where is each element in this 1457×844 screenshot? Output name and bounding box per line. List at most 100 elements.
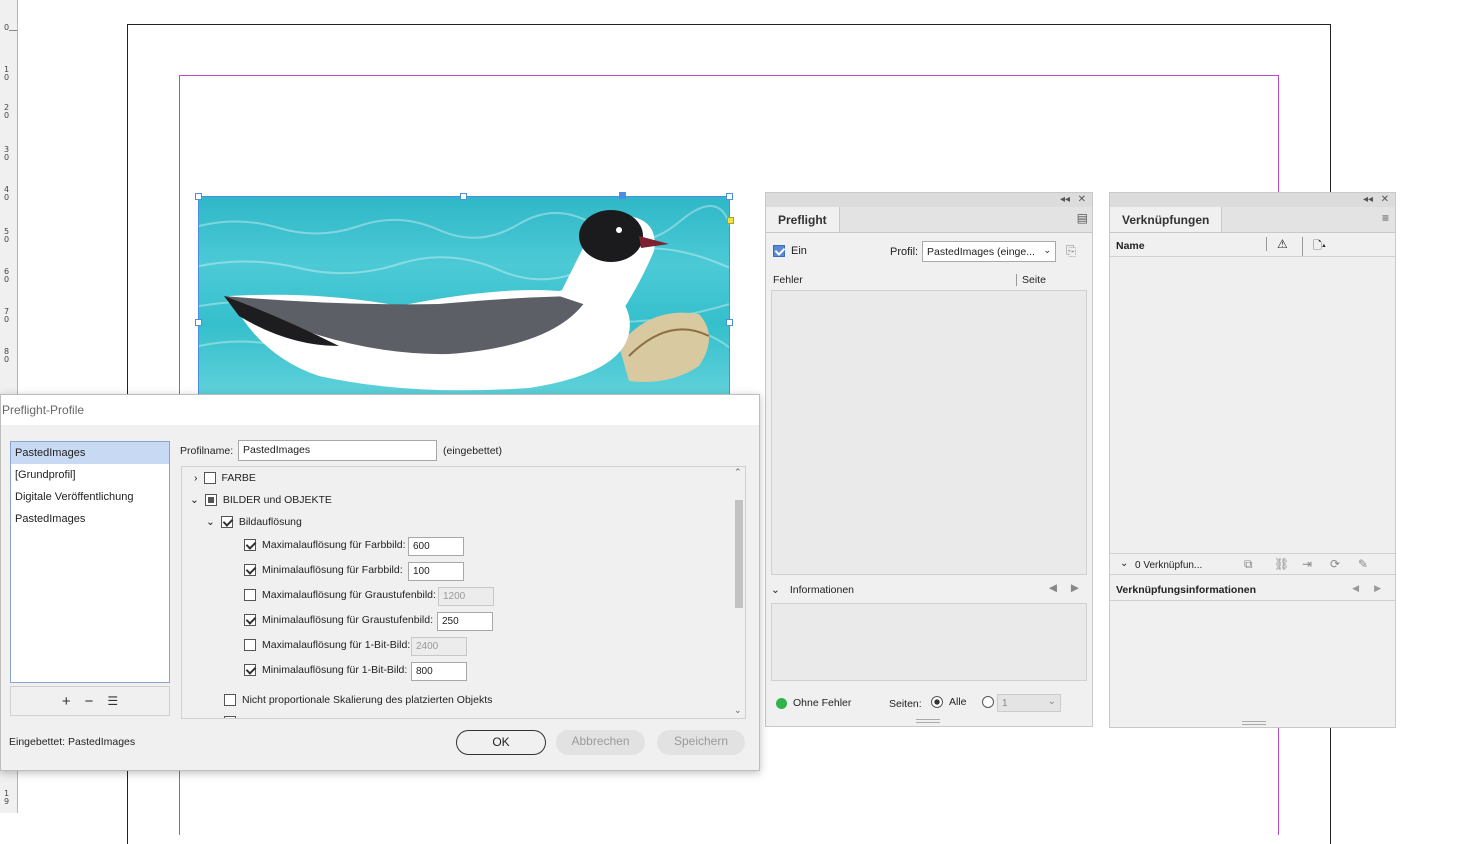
remove-profile-button[interactable]: − <box>85 693 94 710</box>
resize-handle-top[interactable] <box>460 193 467 200</box>
next-rule-checkbox[interactable] <box>224 716 236 718</box>
relink-icon[interactable]: ⛓ <box>1274 557 1289 571</box>
panel-titlebar[interactable]: ◂◂ ✕ <box>1110 193 1395 207</box>
error-list[interactable] <box>771 290 1087 575</box>
column-name[interactable]: Name <box>1116 240 1145 252</box>
farbe-checkbox[interactable] <box>203 472 216 484</box>
links-list[interactable] <box>1110 257 1395 550</box>
min-grau-field[interactable]: 250 <box>437 612 493 631</box>
profile-list-item[interactable]: Digitale Veröffentlichung <box>11 486 169 508</box>
max-grau-value: 1200 <box>443 591 466 602</box>
tab-links[interactable]: Verknüpfungen <box>1110 207 1223 232</box>
warning-icon[interactable]: ⚠ <box>1266 237 1288 251</box>
tab-preflight[interactable]: Preflight <box>766 207 840 232</box>
panel-titlebar[interactable]: ◂◂ ✕ <box>766 193 1092 207</box>
prev-arrow-icon[interactable]: ◀ <box>1049 582 1057 594</box>
chevron-down-icon[interactable]: ⌄ <box>190 494 199 506</box>
profile-name-label: Profilname: <box>180 445 234 457</box>
close-panel-icon[interactable]: ✕ <box>1078 195 1086 205</box>
min-farb-checkbox[interactable] <box>244 564 256 576</box>
info-box <box>771 603 1087 681</box>
close-panel-icon[interactable]: ✕ <box>1381 195 1389 205</box>
panel-menu-icon[interactable]: ≡ <box>1382 212 1389 224</box>
min-1bit-checkbox[interactable] <box>244 664 256 676</box>
resize-grip[interactable] <box>916 719 940 723</box>
chevron-down-icon: ⌄ <box>1047 696 1056 707</box>
profile-list[interactable]: PastedImages [Grundprofil] Digitale Verö… <box>10 441 170 683</box>
chevron-down-icon[interactable]: ⌄ <box>1120 558 1128 569</box>
ruler-label: 4 0 <box>4 185 10 202</box>
max-grau-checkbox[interactable] <box>244 589 256 601</box>
next-arrow-icon[interactable]: ▶ <box>1071 582 1079 594</box>
link-info-label: Verknüpfungsinformationen <box>1116 584 1257 596</box>
resize-handle-top-right[interactable] <box>726 193 733 200</box>
rules-tree[interactable]: › FARBE ⌄ BILDER und OBJEKTE ⌄ Bildauflö… <box>181 466 746 719</box>
rotate-handle[interactable] <box>619 192 626 199</box>
links-count: 0 Verknüpfun... <box>1135 560 1203 571</box>
min-farb-field[interactable]: 100 <box>408 562 464 581</box>
chevron-down-icon[interactable]: ⌄ <box>206 516 215 528</box>
pages-range-field[interactable]: 1 ⌄ <box>997 694 1061 712</box>
profile-settings-icon[interactable]: ⎘ <box>1066 243 1076 259</box>
scroll-down-icon[interactable]: ⌄ <box>734 705 742 716</box>
max-farb-checkbox[interactable] <box>244 539 256 551</box>
resize-handle-right[interactable] <box>726 319 733 326</box>
resize-handle-left[interactable] <box>195 319 202 326</box>
link-info-header[interactable]: Verknüpfungsinformationen ◀ ▶ <box>1110 577 1395 601</box>
profile-menu-button[interactable]: ☰ <box>107 694 118 708</box>
max-1bit-field[interactable]: 2400 <box>411 637 467 656</box>
max-farb-field[interactable]: 600 <box>408 537 464 556</box>
panel-menu-icon[interactable]: ▤ <box>1077 212 1088 224</box>
bildaufloesung-checkbox[interactable] <box>220 516 233 528</box>
column-page[interactable]: Seite <box>1016 274 1046 286</box>
preflight-on-checkbox[interactable] <box>773 245 785 257</box>
collapse-panel-icon[interactable]: ◂◂ <box>1060 195 1070 205</box>
preflight-profiles-dialog: Preflight-Profile PastedImages [Grundpro… <box>0 394 760 771</box>
max-1bit-checkbox[interactable] <box>244 639 256 651</box>
ok-button[interactable]: OK <box>456 730 546 755</box>
profile-list-item[interactable]: [Grundprofil] <box>11 464 169 486</box>
resize-grip[interactable] <box>1242 721 1266 725</box>
profile-name-field[interactable]: PastedImages <box>238 440 437 461</box>
ruler-label: 1 0 <box>4 65 10 82</box>
bilder-checkbox[interactable] <box>204 494 217 506</box>
update-link-icon[interactable]: ⟳ <box>1330 557 1340 571</box>
embedded-label: Eingebettet: <box>9 736 66 748</box>
chevron-right-icon[interactable]: › <box>194 472 198 484</box>
ruler-label: 3 0 <box>4 145 10 162</box>
column-errors[interactable]: Fehler <box>773 274 803 286</box>
max-grau-field[interactable]: 1200 <box>438 587 494 606</box>
info-label: Informationen <box>789 584 855 596</box>
dialog-title[interactable]: Preflight-Profile <box>1 395 759 425</box>
next-arrow-icon[interactable]: ▶ <box>1374 583 1381 594</box>
scroll-up-icon[interactable]: ⌃ <box>734 467 742 478</box>
min-grau-checkbox[interactable] <box>244 614 256 626</box>
relink-cc-icon[interactable]: ⧉ <box>1244 557 1253 572</box>
pages-all-radio[interactable] <box>931 696 943 708</box>
cancel-button[interactable]: Abbrechen <box>556 730 645 755</box>
min-1bit-field[interactable]: 800 <box>411 662 467 681</box>
tree-scrollbar[interactable]: ⌃ ⌄ <box>732 467 745 718</box>
profile-list-item[interactable]: PastedImages <box>11 442 169 464</box>
goto-link-icon[interactable]: ⇥ <box>1302 557 1312 571</box>
profile-list-item[interactable]: PastedImages <box>11 508 169 530</box>
nonprop-label: Nicht proportionale Skalierung des platz… <box>242 694 493 706</box>
max-1bit-value: 2400 <box>416 641 439 652</box>
image-frame-selection[interactable] <box>195 192 734 396</box>
prev-arrow-icon[interactable]: ◀ <box>1352 583 1359 594</box>
page-column-icon[interactable]: 🗋▴ <box>1302 237 1326 256</box>
info-section-header[interactable]: ⌄ Informationen ◀ ▶ <box>771 581 1087 599</box>
add-profile-button[interactable]: + <box>62 693 71 710</box>
profile-dropdown[interactable]: PastedImages (einge... ⌄ <box>922 241 1056 262</box>
max-grau-label: Maximalauflösung für Graustufenbild: <box>262 589 436 601</box>
min-1bit-label: Minimalauflösung für 1-Bit-Bild: <box>262 664 408 676</box>
resize-handle-top-left[interactable] <box>195 193 202 200</box>
pages-range-radio[interactable] <box>982 696 994 708</box>
nonprop-checkbox[interactable] <box>224 694 236 706</box>
save-button[interactable]: Speichern <box>657 730 745 755</box>
embedded-tag: (eingebettet) <box>443 445 502 457</box>
edit-original-icon[interactable]: ✎ <box>1358 557 1368 571</box>
scrollbar-thumb[interactable] <box>735 500 743 608</box>
collapse-panel-icon[interactable]: ◂◂ <box>1363 195 1373 205</box>
corner-options-handle[interactable] <box>727 217 734 224</box>
